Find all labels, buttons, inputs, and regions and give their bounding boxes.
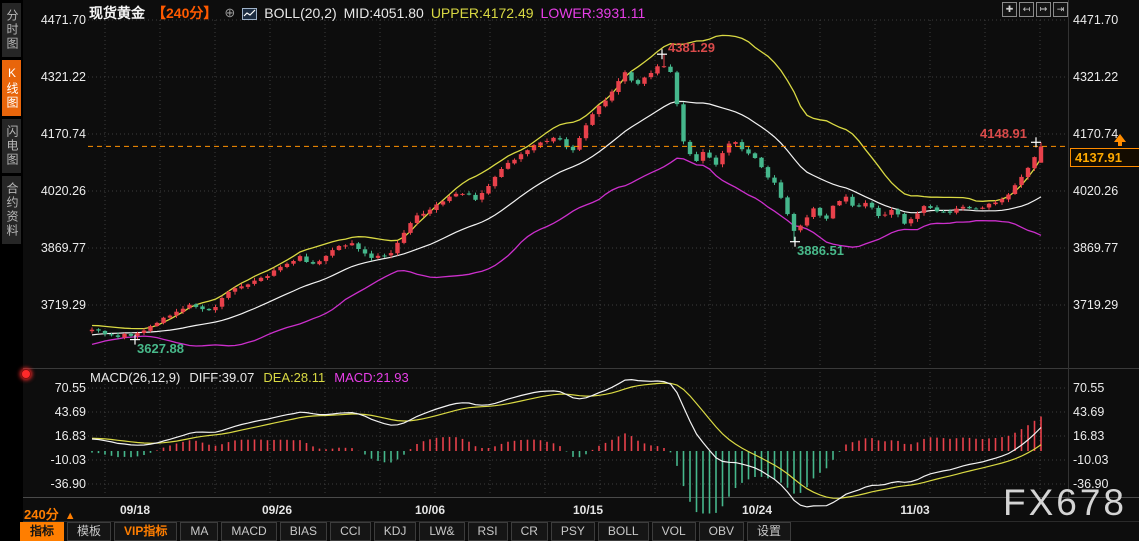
zoom-x-in-icon[interactable]: ↦ (1036, 2, 1051, 17)
sidebar: 分时图 K线图 闪电图 合约资料 (0, 0, 23, 541)
toolbar-item-psy[interactable]: PSY (551, 522, 595, 541)
macd-axis-label: -10.03 (1073, 453, 1108, 467)
macd-axis-label: -10.03 (26, 453, 86, 467)
up-triangle-icon: ▲ (65, 510, 76, 522)
toolbar-item-lw[interactable]: LW& (419, 522, 464, 541)
period-badge[interactable]: 240分 ▲ (24, 504, 76, 523)
symbol-name: 现货黄金 (89, 3, 145, 23)
candlestick-chart[interactable] (0, 0, 1139, 541)
price-axis-label: 3719.29 (1073, 298, 1118, 312)
date-axis-label: 09/26 (262, 503, 292, 517)
mini-chart-icon[interactable] (242, 7, 257, 19)
chart-header: 现货黄金 【240分】 ⊕ BOLL(20,2) MID:4051.80 UPP… (89, 3, 645, 23)
sidebar-tab-kline[interactable]: K线图 (2, 60, 21, 116)
toolbar-item-template[interactable]: 模板 (67, 522, 111, 541)
period-badge-label: 240分 (24, 507, 59, 522)
sidebar-tab-timeline[interactable]: 分时图 (2, 3, 21, 57)
date-axis-label: 10/15 (573, 503, 603, 517)
price-axis-label: 4020.26 (26, 184, 86, 198)
price-up-arrow-icon (1114, 134, 1126, 142)
current-price-badge: 4137.91 (1070, 148, 1139, 167)
macd-axis-label: 70.55 (1073, 381, 1104, 395)
boll-label: BOLL(20,2) (264, 5, 336, 21)
toolbar-item-kdj[interactable]: KDJ (374, 522, 417, 541)
price-axis-label: 4321.22 (1073, 70, 1118, 84)
toolbar-item-settings[interactable]: 设置 (747, 522, 791, 541)
toolbar-item-bias[interactable]: BIAS (280, 522, 327, 541)
macd-diff-value: DIFF:39.07 (189, 370, 254, 385)
boll-lower-value: LOWER:3931.11 (541, 5, 646, 21)
toolbar-item-indicators[interactable]: 指标 (20, 522, 64, 541)
boll-mid-value: MID:4051.80 (344, 5, 424, 21)
swing-high-label: 4148.91 (980, 126, 1027, 141)
toolbar-item-cci[interactable]: CCI (330, 522, 371, 541)
date-axis-label: 10/06 (415, 503, 445, 517)
price-axis-label: 4471.70 (1073, 13, 1118, 27)
period-low-label: 3627.88 (137, 341, 184, 356)
price-axis-label: 4170.74 (1073, 127, 1118, 141)
crosshair-icon[interactable]: ✚ (1002, 2, 1017, 17)
macd-axis-label: 43.69 (1073, 405, 1104, 419)
session-high-label: 4381.29 (668, 40, 715, 55)
macd-dea-value: DEA:28.11 (263, 370, 325, 385)
price-axis-label: 3719.29 (26, 298, 86, 312)
price-axis-label: 4471.70 (26, 13, 86, 27)
swing-low-label: 3886.51 (797, 243, 844, 258)
alert-icon[interactable] (21, 369, 31, 379)
toolbar-item-vol[interactable]: VOL (652, 522, 696, 541)
date-axis-label: 11/03 (900, 503, 929, 517)
circle-plus-icon[interactable]: ⊕ (224, 5, 235, 21)
macd-value: MACD:21.93 (334, 370, 408, 385)
period-label[interactable]: 【240分】 (152, 3, 217, 23)
boll-upper-value: UPPER:4172.49 (431, 5, 534, 21)
macd-params-label: MACD(26,12,9) (90, 370, 180, 385)
pan-right-icon[interactable]: ⇥ (1053, 2, 1068, 17)
price-axis-label: 4321.22 (26, 70, 86, 84)
toolbar-item-obv[interactable]: OBV (699, 522, 744, 541)
toolbar-item-macd[interactable]: MACD (221, 522, 276, 541)
toolbar-item-ma[interactable]: MA (180, 522, 218, 541)
macd-axis-label: -36.90 (1073, 477, 1108, 491)
toolbar-item-rsi[interactable]: RSI (468, 522, 508, 541)
chart-tools: ✚ ↤ ↦ ⇥ (1002, 2, 1068, 17)
macd-header: MACD(26,12,9) DIFF:39.07 DEA:28.11 MACD:… (90, 370, 409, 385)
sidebar-tab-flash[interactable]: 闪电图 (2, 119, 21, 173)
indicator-toolbar: 指标 模板 VIP指标 MA MACD BIAS CCI KDJ LW& RSI… (20, 522, 791, 541)
date-axis-label: 10/24 (742, 503, 772, 517)
toolbar-item-boll[interactable]: BOLL (598, 522, 649, 541)
zoom-x-out-icon[interactable]: ↤ (1019, 2, 1034, 17)
price-axis-label: 4170.74 (26, 127, 86, 141)
macd-axis-label: 16.83 (1073, 429, 1104, 443)
price-axis-label: 4020.26 (1073, 184, 1118, 198)
sidebar-tab-contract-info[interactable]: 合约资料 (2, 176, 21, 244)
macd-axis-label: 16.83 (26, 429, 86, 443)
macd-axis-label: 70.55 (26, 381, 86, 395)
trading-app: 分时图 K线图 闪电图 合约资料 现货黄金 【240分】 ⊕ BOLL(20,2… (0, 0, 1139, 541)
date-axis-label: 09/18 (120, 503, 150, 517)
toolbar-item-vip-indicators[interactable]: VIP指标 (114, 522, 177, 541)
macd-axis-label: -36.90 (26, 477, 86, 491)
price-axis-label: 3869.77 (1073, 241, 1118, 255)
toolbar-item-cr[interactable]: CR (511, 522, 548, 541)
price-axis-label: 3869.77 (26, 241, 86, 255)
macd-axis-label: 43.69 (26, 405, 86, 419)
